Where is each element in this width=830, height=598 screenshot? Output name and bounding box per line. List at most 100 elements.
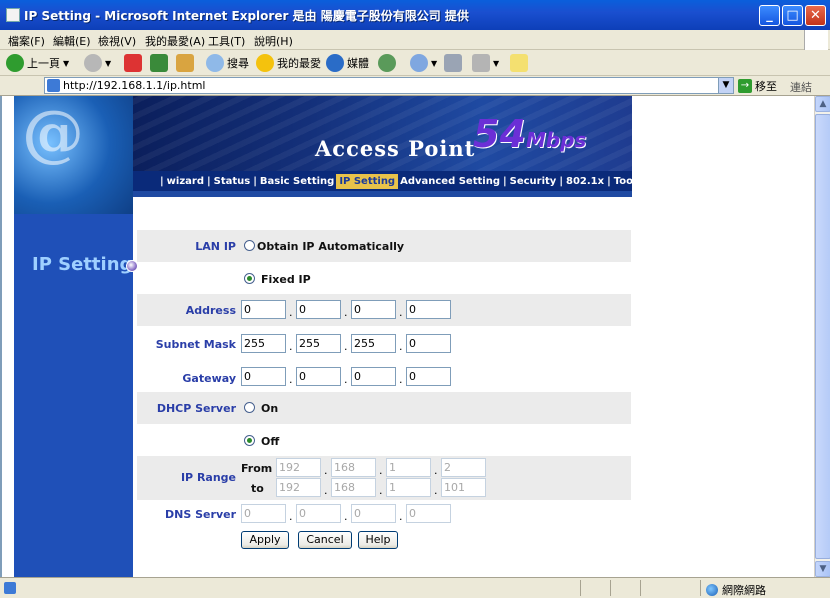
messenger-button[interactable] [510, 53, 528, 73]
links-button[interactable]: 連結 [790, 79, 812, 95]
gateway-label: Gateway [182, 372, 236, 385]
subnet-octet-1[interactable] [241, 334, 286, 353]
dns-octet-3[interactable] [351, 504, 396, 523]
range-from-octet-3[interactable] [386, 458, 431, 477]
nav-wizard[interactable]: wizard [165, 176, 206, 187]
lan-ip-row: LAN IP Obtain IP Automatically [137, 230, 631, 262]
menu-tools[interactable]: 工具(T) [208, 33, 245, 49]
left-column: IP Setting [14, 214, 138, 577]
subnet-octet-3[interactable] [351, 334, 396, 353]
address-input[interactable]: http://192.168.1.1/ip.html ▼ [44, 77, 734, 94]
cancel-button[interactable]: Cancel [298, 531, 352, 549]
window-title: IP Setting - Microsoft Internet Explorer… [24, 9, 469, 23]
menu-help[interactable]: 說明(H) [254, 33, 293, 49]
address-octet-2[interactable] [296, 300, 341, 319]
subnet-row: Subnet Mask . . . [137, 326, 631, 360]
page-viewport: @ Access Point 54Mbps | wizard | Status … [0, 96, 814, 577]
page-icon [47, 79, 60, 92]
search-button[interactable]: 搜尋 [206, 53, 249, 73]
help-button[interactable]: Help [358, 531, 398, 549]
go-arrow-icon: → [738, 79, 752, 93]
address-octet-1[interactable] [241, 300, 286, 319]
note-icon [510, 54, 528, 72]
subnet-octet-4[interactable] [406, 334, 451, 353]
minimize-button[interactable]: _ [759, 5, 780, 26]
fixed-ip-radio[interactable] [244, 273, 255, 284]
dhcp-on-label: On [261, 402, 279, 415]
forward-button[interactable]: ▼ [84, 53, 111, 73]
nav-8021x[interactable]: 802.1x [564, 176, 606, 187]
nav-tools[interactable]: Tools [612, 176, 645, 187]
menu-edit[interactable]: 編輯(E) [53, 33, 91, 49]
dhcp-label: DHCP Server [156, 402, 236, 415]
banner-at-logo: @ [14, 96, 133, 214]
favorites-button[interactable]: 我的最愛 [256, 53, 321, 73]
close-button[interactable]: ✕ [805, 5, 826, 26]
scroll-up-icon[interactable]: ▲ [815, 96, 830, 112]
forward-arrow-icon [84, 54, 102, 72]
apply-button[interactable]: Apply [241, 531, 289, 549]
nav-ip-setting[interactable]: IP Setting [336, 173, 399, 189]
nav-advanced-setting[interactable]: Advanced Setting [398, 176, 502, 187]
dhcp-off-label: Off [261, 435, 280, 448]
status-bar: 網際網路 [0, 577, 830, 598]
print-button[interactable] [444, 53, 462, 73]
scroll-thumb[interactable] [815, 114, 830, 559]
menu-file[interactable]: 檔案(F) [8, 33, 45, 49]
star-icon [256, 54, 274, 72]
mail-button[interactable]: ▼ [410, 53, 437, 73]
nav-security[interactable]: Security [508, 176, 559, 187]
media-button[interactable]: 媒體 [326, 53, 369, 73]
gateway-octet-4[interactable] [406, 367, 451, 386]
globe-icon [706, 584, 718, 596]
history-button[interactable] [378, 53, 396, 73]
address-field-label: Address [185, 304, 236, 317]
home-button[interactable] [176, 53, 194, 73]
toolbar: 上一頁 ▼ ▼ 搜尋 我的最愛 媒體 ▼ ▼ [0, 50, 830, 76]
menu-favorites[interactable]: 我的最愛(A) [145, 33, 205, 49]
ip-range-row: IP Range From . . . to . . . [137, 456, 631, 500]
brand-title: Access Point [315, 136, 476, 161]
nav-status[interactable]: Status [212, 176, 253, 187]
subnet-octet-2[interactable] [296, 334, 341, 353]
ip-range-label: IP Range [180, 471, 236, 484]
range-from-octet-1[interactable] [276, 458, 321, 477]
range-from-octet-2[interactable] [331, 458, 376, 477]
address-dropdown-icon[interactable]: ▼ [718, 78, 733, 93]
edit-button[interactable]: ▼ [472, 53, 499, 73]
dns-octet-1[interactable] [241, 504, 286, 523]
range-to-octet-3[interactable] [386, 478, 431, 497]
range-to-octet-4[interactable] [441, 478, 486, 497]
back-button[interactable]: 上一頁 ▼ [6, 53, 69, 73]
vertical-scrollbar[interactable]: ▲ ▼ [814, 96, 830, 577]
address-url: http://192.168.1.1/ip.html [63, 79, 206, 92]
gateway-row: Gateway . . . [137, 360, 631, 392]
dns-octet-4[interactable] [406, 504, 451, 523]
dns-octet-2[interactable] [296, 504, 341, 523]
range-to-octet-2[interactable] [331, 478, 376, 497]
maximize-button[interactable]: □ [782, 5, 803, 26]
dhcp-off-radio[interactable] [244, 435, 255, 446]
dhcp-off-row: Off [137, 424, 631, 456]
dns-label: DNS Server [165, 508, 236, 521]
stop-button[interactable] [124, 53, 142, 73]
go-button[interactable]: → 移至 [738, 78, 777, 94]
scroll-down-icon[interactable]: ▼ [815, 561, 830, 577]
page-status-icon [4, 582, 16, 594]
subnet-label: Subnet Mask [155, 338, 236, 351]
nav-basic-setting[interactable]: Basic Setting [258, 176, 336, 187]
range-to-octet-1[interactable] [276, 478, 321, 497]
gateway-octet-3[interactable] [351, 367, 396, 386]
dhcp-on-radio[interactable] [244, 402, 255, 413]
gateway-octet-1[interactable] [241, 367, 286, 386]
address-octet-3[interactable] [351, 300, 396, 319]
lan-ip-label: LAN IP [195, 240, 236, 253]
gateway-octet-2[interactable] [296, 367, 341, 386]
media-icon [326, 54, 344, 72]
refresh-button[interactable] [150, 53, 168, 73]
fixed-ip-row: Fixed IP [137, 262, 631, 294]
obtain-auto-radio[interactable] [244, 240, 255, 251]
range-from-octet-4[interactable] [441, 458, 486, 477]
address-octet-4[interactable] [406, 300, 451, 319]
menu-view[interactable]: 檢視(V) [98, 33, 136, 49]
